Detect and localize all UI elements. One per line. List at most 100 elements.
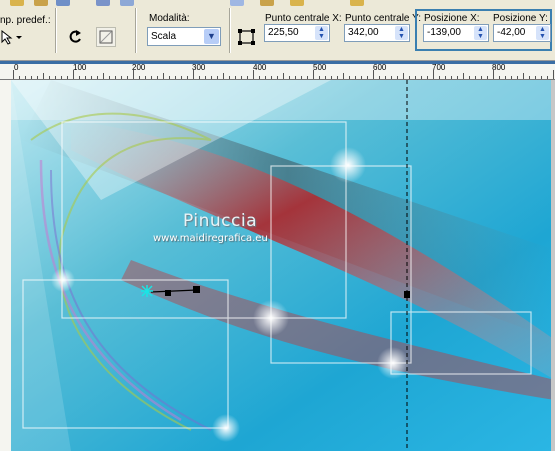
ruler-tick [331, 76, 332, 79]
ruler-tick [313, 70, 314, 79]
spin-arrows-icon[interactable]: ▲ ▼ [474, 26, 487, 40]
ruler-tick [211, 76, 212, 79]
folder-icon[interactable] [34, 0, 48, 6]
rotation-handle[interactable] [165, 290, 171, 296]
ruler-tick [265, 76, 266, 79]
spin-arrows-icon[interactable]: ▲ ▼ [315, 26, 328, 40]
mode-value: Scala [151, 31, 177, 42]
ruler-tick [217, 76, 218, 79]
apply-button[interactable] [96, 27, 116, 47]
copy-icon[interactable] [260, 0, 274, 6]
ruler-tick [229, 76, 230, 79]
watermark-title: Pinuccia [183, 211, 257, 231]
ruler-tick [25, 76, 26, 79]
ruler-tick [271, 76, 272, 79]
center-point-icon[interactable] [141, 285, 153, 297]
ruler-tick [277, 76, 278, 79]
watermark-url: www.maidiregrafica.eu [153, 233, 268, 244]
print-icon[interactable] [120, 0, 134, 6]
position-x-field[interactable]: -139,00 ▲ ▼ [423, 24, 489, 42]
save-icon[interactable] [56, 0, 70, 6]
horizontal-ruler[interactable]: 0 100 200 300 400 500 600 700 800 [0, 60, 555, 80]
ruler-tick [355, 76, 356, 79]
chevron-down-icon[interactable]: ▼ [204, 29, 219, 44]
ruler-tick [157, 76, 158, 79]
ruler-tick [307, 76, 308, 79]
open-icon[interactable] [10, 0, 24, 6]
ruler-tick [361, 76, 362, 79]
ruler-tick [13, 70, 14, 79]
separator [135, 8, 137, 53]
ruler-tick [523, 73, 524, 79]
ruler-tick [319, 76, 320, 79]
ruler-tick [85, 76, 86, 79]
guide-handle[interactable] [404, 291, 410, 298]
ruler-tick [193, 70, 194, 79]
ruler-tick [487, 76, 488, 79]
preset-picker[interactable] [0, 29, 24, 45]
center-y-field[interactable]: 342,00 ▲ ▼ [344, 24, 410, 42]
ruler-label: 200 [132, 63, 146, 72]
ruler-label: 300 [192, 63, 206, 72]
ruler-tick [337, 76, 338, 79]
cut-icon[interactable] [290, 0, 304, 6]
image-canvas[interactable]: Pinuccia www.maidiregrafica.eu [11, 80, 555, 451]
ruler-tick [253, 70, 254, 79]
center-x-label: Punto centrale X: [265, 13, 342, 24]
ruler-tick [415, 76, 416, 79]
mode-select[interactable]: Scala ▼ [147, 27, 221, 46]
position-x-value: -139,00 [427, 27, 461, 38]
ruler-tick [181, 76, 182, 79]
position-y-value: -42,00 [497, 27, 526, 38]
ruler-tick [67, 76, 68, 79]
ruler-tick [205, 76, 206, 79]
ruler-tick [289, 76, 290, 79]
undo-icon[interactable] [350, 0, 364, 6]
ruler-label: 500 [313, 63, 327, 72]
center-x-value: 225,50 [268, 27, 299, 38]
paste-icon[interactable] [230, 0, 244, 6]
ruler-tick [97, 76, 98, 79]
preset-label: np. predef.: [0, 15, 51, 26]
ruler-tick [325, 76, 326, 79]
ruler-tick [493, 70, 494, 79]
reset-button[interactable] [66, 28, 84, 46]
ruler-tick [385, 76, 386, 79]
position-x-label: Posizione X: [424, 13, 480, 24]
ruler-tick [247, 76, 248, 79]
ruler-tick [433, 70, 434, 79]
vertical-scrollbar[interactable] [551, 80, 555, 451]
ruler-tick [445, 76, 446, 79]
ruler-tick [451, 76, 452, 79]
transform-options-button[interactable] [236, 26, 258, 48]
ruler-tick [61, 76, 62, 79]
cursor-arrow-icon [1, 29, 22, 45]
ruler-tick [283, 73, 284, 79]
spin-arrows-icon[interactable]: ▲ ▼ [395, 26, 408, 40]
ruler-label: 600 [373, 63, 387, 72]
rotate-arrow-icon [69, 30, 81, 43]
transform-icon [99, 30, 113, 44]
ruler-tick [133, 70, 134, 79]
ruler-tick [169, 76, 170, 79]
ruler-tick [553, 70, 554, 79]
ruler-label: 400 [253, 63, 267, 72]
center-y-label: Punto centrale Y: [345, 13, 421, 24]
ruler-tick [379, 76, 380, 79]
ruler-tick [529, 76, 530, 79]
spin-arrows-icon[interactable]: ▲ ▼ [536, 26, 549, 40]
ruler-tick [397, 76, 398, 79]
ruler-tick [427, 76, 428, 79]
ruler-tick [457, 76, 458, 79]
center-x-field[interactable]: 225,50 ▲ ▼ [264, 24, 330, 42]
save-copy-icon[interactable] [96, 0, 110, 6]
ruler-tick [505, 76, 506, 79]
ruler-tick [199, 76, 200, 79]
pivot-handle[interactable] [193, 286, 200, 293]
ruler-tick [535, 76, 536, 79]
position-y-field[interactable]: -42,00 ▲ ▼ [493, 24, 551, 42]
ruler-tick [481, 76, 482, 79]
ruler-label: 0 [14, 63, 19, 72]
ruler-tick [475, 76, 476, 79]
separator [229, 8, 231, 53]
